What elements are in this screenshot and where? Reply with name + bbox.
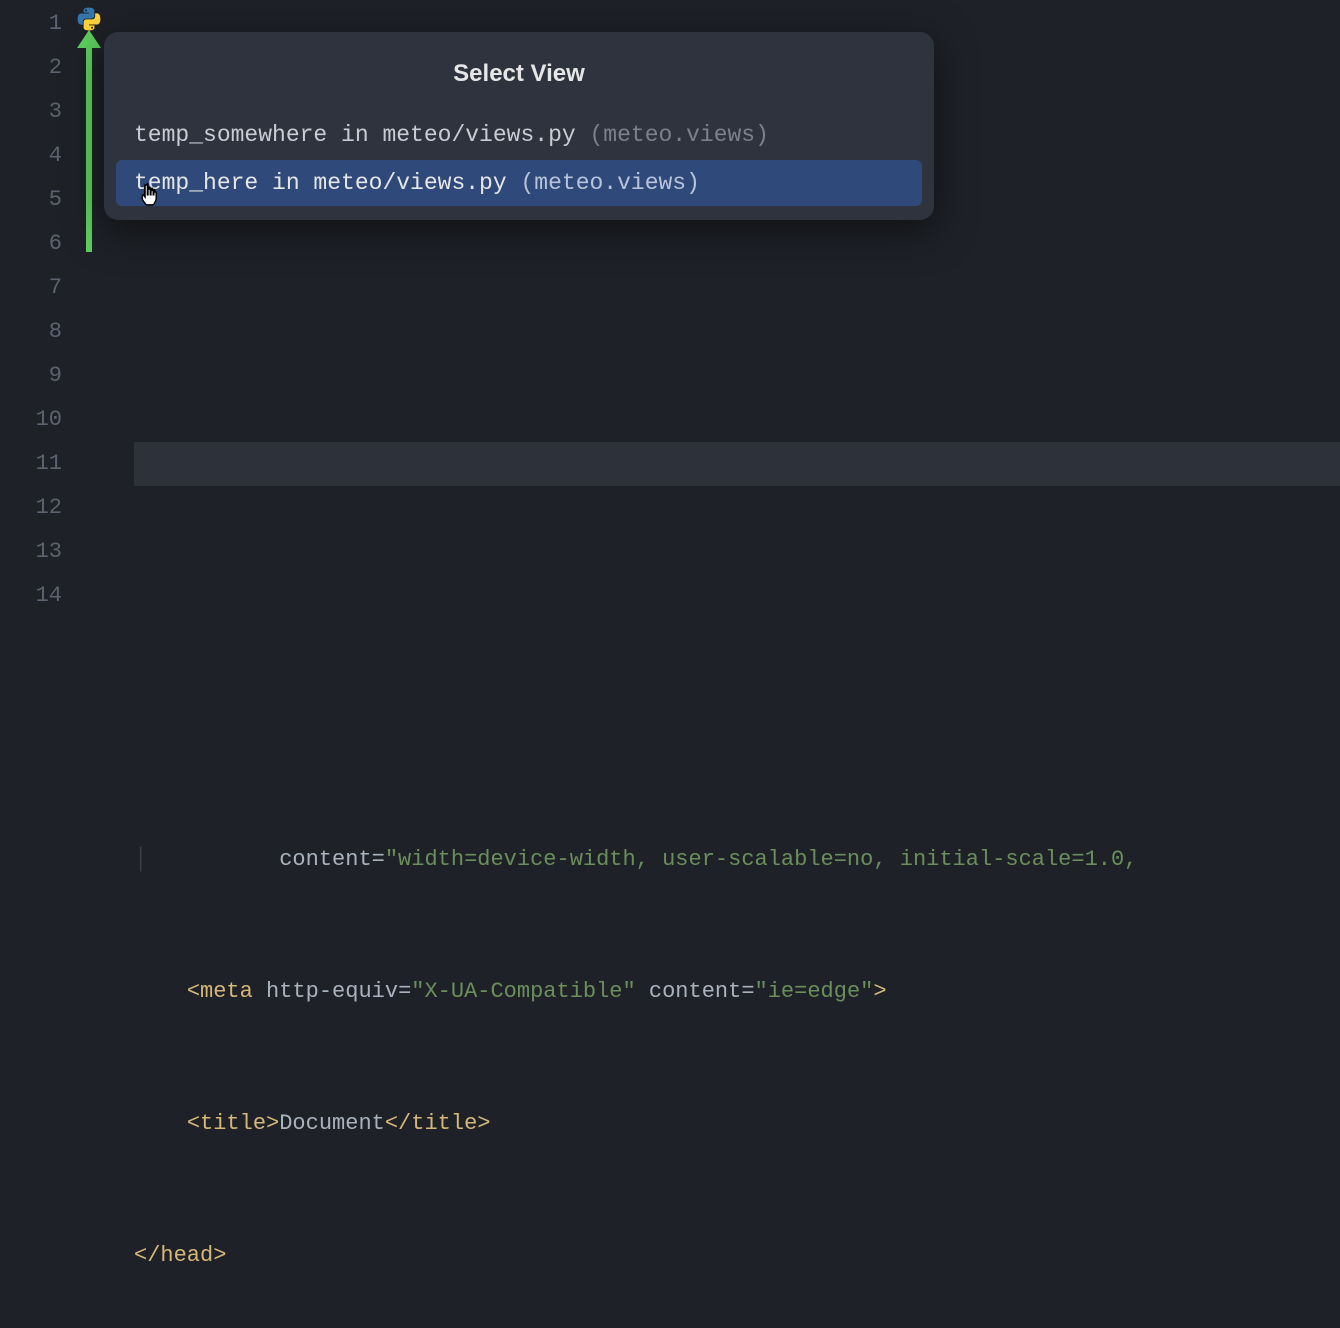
line-number: 3 <box>0 90 62 134</box>
code-line <box>134 310 1340 354</box>
popup-item-selected[interactable]: temp_here in meteo/views.py (meteo.views… <box>116 160 922 206</box>
line-number: 8 <box>0 310 62 354</box>
line-number: 12 <box>0 486 62 530</box>
line-number: 4 <box>0 134 62 178</box>
popup-item[interactable]: temp_somewhere in meteo/views.py (meteo.… <box>116 112 922 158</box>
popup-title: Select View <box>112 42 926 110</box>
popup-item-text: temp_here in meteo/views.py <box>134 170 507 196</box>
line-number-gutter: 1 2 3 4 5 6 7 8 9 10 11 12 13 14 <box>0 0 72 664</box>
arrow-line[interactable] <box>86 36 92 252</box>
popup-item-hint: (meteo.views) <box>589 122 768 148</box>
code-line: <title>Document</title> <box>134 1102 1340 1146</box>
line-number: 9 <box>0 354 62 398</box>
line-number: 13 <box>0 530 62 574</box>
line-number: 2 <box>0 46 62 90</box>
code-line: </head> <box>134 1234 1340 1278</box>
popup-item-hint: (meteo.views) <box>520 170 699 196</box>
line-number: 14 <box>0 574 62 618</box>
code-line <box>134 574 1340 618</box>
line-number: 6 <box>0 222 62 266</box>
code-line: │ content="width=device-width, user-scal… <box>134 838 1340 882</box>
line-number: 7 <box>0 266 62 310</box>
line-number: 5 <box>0 178 62 222</box>
line-number: 1 <box>0 2 62 46</box>
code-line <box>134 442 1340 486</box>
select-view-popup[interactable]: Select View temp_somewhere in meteo/view… <box>104 32 934 220</box>
python-icon <box>76 6 102 32</box>
code-line <box>134 706 1340 750</box>
line-number: 11 <box>0 442 62 486</box>
code-line: <meta http-equiv="X-UA-Compatible" conte… <box>134 970 1340 1014</box>
popup-item-text: temp_somewhere in meteo/views.py <box>134 122 576 148</box>
line-number: 10 <box>0 398 62 442</box>
